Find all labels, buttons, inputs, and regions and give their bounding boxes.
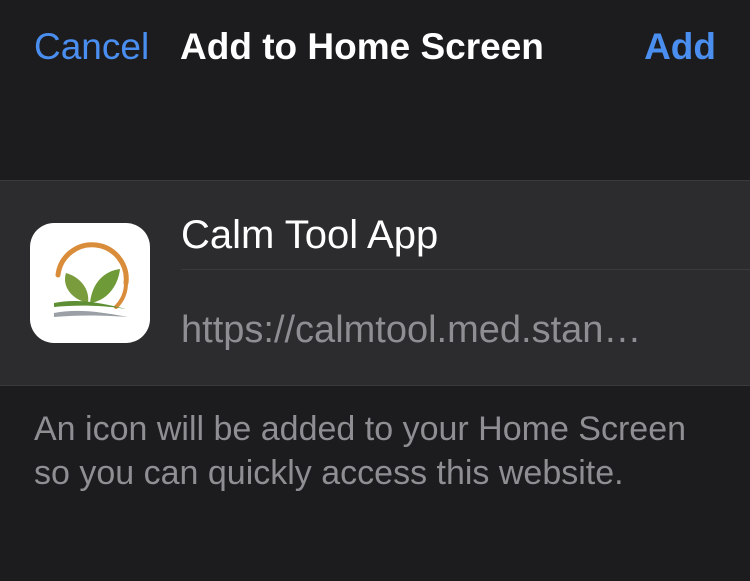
page-title: Add to Home Screen	[180, 26, 544, 67]
calm-tool-leaf-logo-icon	[54, 242, 129, 317]
add-button[interactable]: Add	[644, 26, 716, 68]
add-to-home-screen-sheet: Cancel Add to Home Screen Add https://ca…	[0, 0, 750, 581]
bookmark-card: https://calmtool.med.stan…	[0, 180, 750, 386]
app-name-field[interactable]	[181, 203, 741, 267]
navigation-bar: Cancel Add to Home Screen Add	[0, 0, 750, 100]
app-icon	[30, 223, 150, 343]
info-description: An icon will be added to your Home Scree…	[34, 410, 687, 492]
cancel-button[interactable]: Cancel	[34, 26, 149, 68]
field-divider	[181, 269, 750, 270]
website-url: https://calmtool.med.stan…	[181, 309, 642, 351]
